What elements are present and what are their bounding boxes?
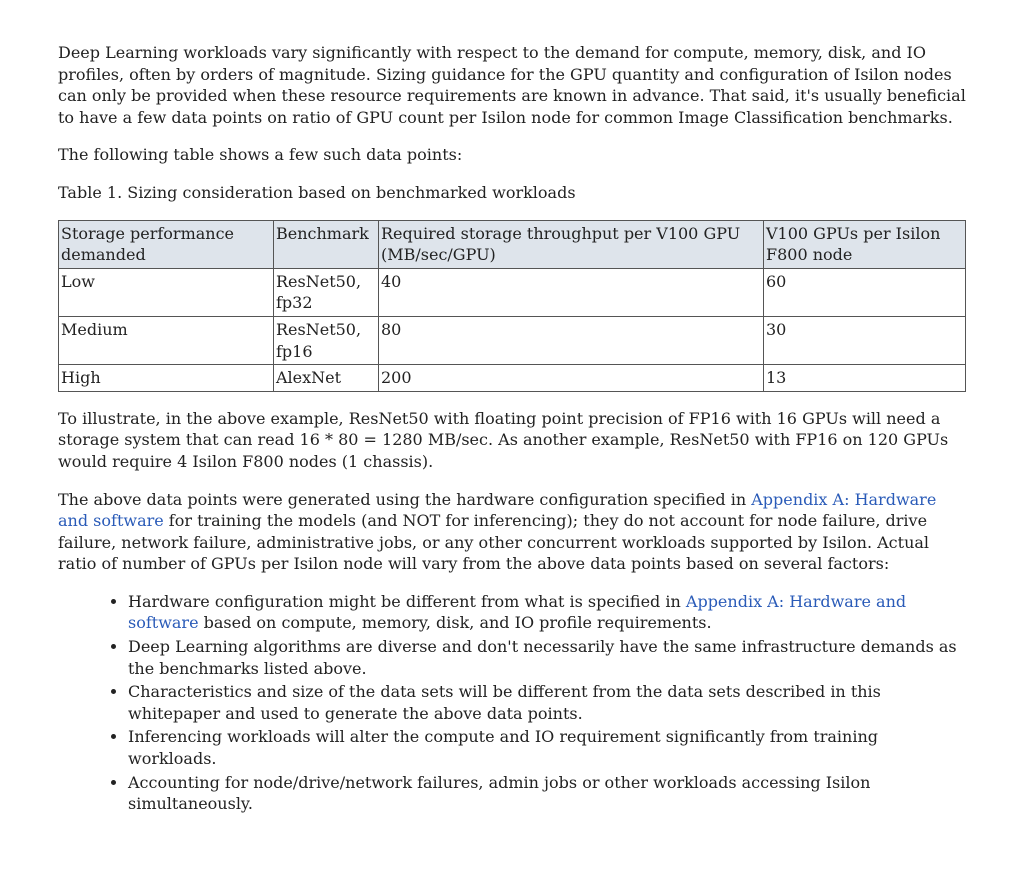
factors-list: Hardware configuration might be differen… bbox=[58, 591, 966, 815]
table-caption: Table 1. Sizing consideration based on b… bbox=[58, 182, 966, 204]
table-lead-paragraph: The following table shows a few such dat… bbox=[58, 144, 966, 166]
cell: High bbox=[59, 365, 274, 392]
list-item: Deep Learning algorithms are diverse and… bbox=[128, 636, 966, 679]
intro-paragraph: Deep Learning workloads vary significant… bbox=[58, 42, 966, 128]
list-item: Inferencing workloads will alter the com… bbox=[128, 726, 966, 769]
cell: 80 bbox=[379, 316, 764, 364]
factors-paragraph: The above data points were generated usi… bbox=[58, 489, 966, 575]
table-header-row: Storage performance demanded Benchmark R… bbox=[59, 220, 966, 268]
example-paragraph: To illustrate, in the above example, Res… bbox=[58, 408, 966, 473]
table-row: Medium ResNet50, fp16 80 30 bbox=[59, 316, 966, 364]
text: for training the models (and NOT for inf… bbox=[58, 511, 929, 573]
col-header: V100 GPUs per Isilon F800 node bbox=[764, 220, 966, 268]
list-item: Hardware configuration might be differen… bbox=[128, 591, 966, 634]
list-item: Accounting for node/drive/network failur… bbox=[128, 772, 966, 815]
text: The above data points were generated usi… bbox=[58, 490, 751, 509]
cell: Medium bbox=[59, 316, 274, 364]
cell: ResNet50, fp16 bbox=[274, 316, 379, 364]
cell: ResNet50, fp32 bbox=[274, 268, 379, 316]
table-row: High AlexNet 200 13 bbox=[59, 365, 966, 392]
cell: 40 bbox=[379, 268, 764, 316]
text: Hardware configuration might be differen… bbox=[128, 592, 686, 611]
col-header: Storage performance demanded bbox=[59, 220, 274, 268]
col-header: Benchmark bbox=[274, 220, 379, 268]
sizing-table: Storage performance demanded Benchmark R… bbox=[58, 220, 966, 392]
cell: 30 bbox=[764, 316, 966, 364]
cell: Low bbox=[59, 268, 274, 316]
cell: AlexNet bbox=[274, 365, 379, 392]
cell: 200 bbox=[379, 365, 764, 392]
table-row: Low ResNet50, fp32 40 60 bbox=[59, 268, 966, 316]
list-item: Characteristics and size of the data set… bbox=[128, 681, 966, 724]
text: based on compute, memory, disk, and IO p… bbox=[199, 613, 712, 632]
cell: 60 bbox=[764, 268, 966, 316]
col-header: Required storage throughput per V100 GPU… bbox=[379, 220, 764, 268]
cell: 13 bbox=[764, 365, 966, 392]
